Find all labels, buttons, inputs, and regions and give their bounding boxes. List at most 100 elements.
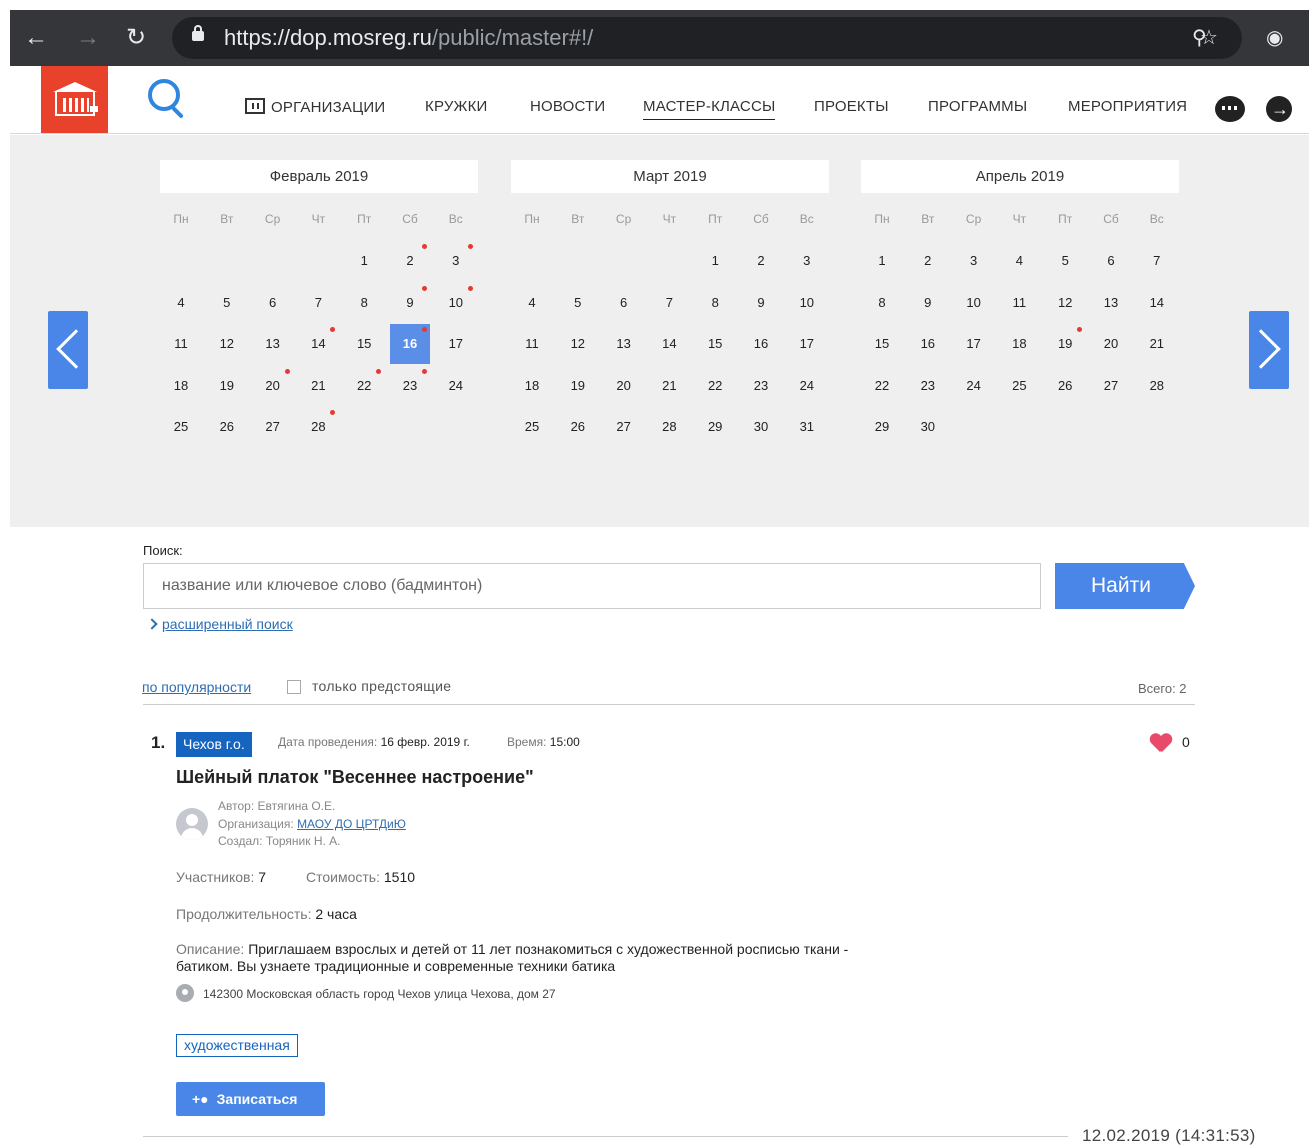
calendar-day[interactable]: 23 bbox=[908, 366, 948, 406]
calendar-day[interactable]: 12 bbox=[207, 324, 247, 364]
calendar-day[interactable]: 24 bbox=[787, 366, 827, 406]
reload-icon[interactable]: ↻ bbox=[126, 24, 146, 52]
calendar-day[interactable]: 29 bbox=[862, 407, 902, 447]
organization-link[interactable]: МАОУ ДО ЦРТДиЮ bbox=[297, 817, 406, 831]
address-bar[interactable]: https://dop.mosreg.ru/public/master#!/ ⚲ bbox=[172, 17, 1242, 59]
calendar-day[interactable]: 2 bbox=[908, 241, 948, 281]
calendar-day[interactable]: 16 bbox=[741, 324, 781, 364]
category-tag[interactable]: художественная bbox=[176, 1034, 298, 1057]
calendar-day[interactable]: 18 bbox=[512, 366, 552, 406]
menu-organizations[interactable]: ОРГАНИЗАЦИИ bbox=[245, 98, 385, 117]
calendar-day[interactable]: 29 bbox=[695, 407, 735, 447]
calendar-day[interactable]: 15 bbox=[344, 324, 384, 364]
next-month-button[interactable] bbox=[1241, 311, 1289, 389]
calendar-day[interactable]: 25 bbox=[999, 366, 1039, 406]
calendar-day[interactable]: 11 bbox=[512, 324, 552, 364]
forward-arrow-icon[interactable]: → bbox=[76, 24, 100, 52]
calendar-day[interactable]: 12 bbox=[1045, 283, 1085, 323]
calendar-day[interactable]: 26 bbox=[207, 407, 247, 447]
calendar-day[interactable]: 8 bbox=[695, 283, 735, 323]
calendar-day[interactable]: 1 bbox=[695, 241, 735, 281]
calendar-day[interactable]: 17 bbox=[954, 324, 994, 364]
calendar-day[interactable]: 6 bbox=[604, 283, 644, 323]
calendar-day[interactable]: 13 bbox=[1091, 283, 1131, 323]
calendar-day[interactable]: 27 bbox=[1091, 366, 1131, 406]
calendar-day[interactable]: 15 bbox=[862, 324, 902, 364]
calendar-day[interactable]: 18 bbox=[999, 324, 1039, 364]
calendar-day[interactable]: 17 bbox=[787, 324, 827, 364]
calendar-day[interactable]: 1 bbox=[862, 241, 902, 281]
menu-master-classes[interactable]: МАСТЕР-КЛАССЫ bbox=[643, 98, 776, 120]
calendar-day[interactable]: 9 bbox=[741, 283, 781, 323]
advanced-search-link[interactable]: расширенный поиск bbox=[146, 616, 293, 632]
search-icon[interactable] bbox=[148, 79, 184, 119]
calendar-day[interactable]: 10 bbox=[787, 283, 827, 323]
find-button[interactable]: Найти bbox=[1055, 563, 1195, 609]
calendar-day[interactable]: 24 bbox=[436, 366, 476, 406]
logout-icon[interactable] bbox=[1266, 96, 1292, 122]
calendar-day[interactable]: 13 bbox=[253, 324, 293, 364]
calendar-day[interactable]: 20 bbox=[1091, 324, 1131, 364]
calendar-day[interactable]: 4 bbox=[512, 283, 552, 323]
calendar-day[interactable]: 3 bbox=[787, 241, 827, 281]
site-logo[interactable] bbox=[41, 66, 108, 133]
back-arrow-icon[interactable]: ← bbox=[24, 24, 48, 52]
prev-month-button[interactable] bbox=[48, 311, 96, 389]
heart-icon[interactable] bbox=[1150, 734, 1172, 754]
calendar-day[interactable]: 21 bbox=[1137, 324, 1177, 364]
menu-events[interactable]: МЕРОПРИЯТИЯ bbox=[1068, 98, 1187, 116]
calendar-day[interactable]: 20 bbox=[604, 366, 644, 406]
search-input[interactable] bbox=[143, 563, 1041, 609]
calendar-day[interactable]: 11 bbox=[999, 283, 1039, 323]
star-icon[interactable]: ☆ bbox=[1200, 27, 1218, 49]
calendar-day[interactable]: 22 bbox=[695, 366, 735, 406]
calendar-day[interactable]: 31 bbox=[787, 407, 827, 447]
calendar-day[interactable]: 14 bbox=[649, 324, 689, 364]
calendar-day[interactable]: 4 bbox=[161, 283, 201, 323]
calendar-day[interactable]: 23 bbox=[741, 366, 781, 406]
calendar-day[interactable]: 5 bbox=[207, 283, 247, 323]
calendar-day[interactable]: 15 bbox=[695, 324, 735, 364]
calendar-day[interactable]: 4 bbox=[999, 241, 1039, 281]
calendar-day[interactable]: 3 bbox=[954, 241, 994, 281]
calendar-day[interactable]: 8 bbox=[862, 283, 902, 323]
sort-by-popularity-link[interactable]: по популярности bbox=[142, 679, 251, 695]
calendar-day[interactable]: 28 bbox=[649, 407, 689, 447]
calendar-day[interactable]: 16 bbox=[908, 324, 948, 364]
calendar-day[interactable]: 2 bbox=[741, 241, 781, 281]
calendar-day[interactable]: 21 bbox=[649, 366, 689, 406]
calendar-day[interactable]: 19 bbox=[207, 366, 247, 406]
calendar-day[interactable]: 28 bbox=[1137, 366, 1177, 406]
calendar-day[interactable]: 30 bbox=[741, 407, 781, 447]
calendar-day[interactable]: 18 bbox=[161, 366, 201, 406]
calendar-day[interactable]: 7 bbox=[649, 283, 689, 323]
chat-support-icon[interactable] bbox=[1215, 96, 1245, 122]
calendar-day[interactable]: 27 bbox=[604, 407, 644, 447]
menu-news[interactable]: НОВОСТИ bbox=[530, 98, 605, 116]
menu-projects[interactable]: ПРОЕКТЫ bbox=[814, 98, 889, 116]
upcoming-only-checkbox[interactable] bbox=[287, 680, 301, 694]
calendar-day[interactable]: 26 bbox=[558, 407, 598, 447]
calendar-day[interactable]: 7 bbox=[1137, 241, 1177, 281]
calendar-day[interactable]: 11 bbox=[161, 324, 201, 364]
calendar-day[interactable]: 12 bbox=[558, 324, 598, 364]
calendar-day[interactable]: 8 bbox=[344, 283, 384, 323]
url-text[interactable]: https://dop.mosreg.ru/public/master#!/ bbox=[224, 25, 593, 51]
incognito-icon[interactable]: ◉ bbox=[1266, 27, 1283, 49]
calendar-day[interactable]: 1 bbox=[344, 241, 384, 281]
calendar-day[interactable]: 21 bbox=[298, 366, 338, 406]
calendar-day[interactable]: 6 bbox=[1091, 241, 1131, 281]
signup-button[interactable]: +● Записаться bbox=[176, 1082, 325, 1116]
region-badge[interactable]: Чехов г.о. bbox=[176, 732, 252, 757]
calendar-day[interactable]: 26 bbox=[1045, 366, 1085, 406]
calendar-day[interactable]: 9 bbox=[908, 283, 948, 323]
calendar-day[interactable]: 13 bbox=[604, 324, 644, 364]
calendar-day[interactable]: 24 bbox=[954, 366, 994, 406]
menu-clubs[interactable]: КРУЖКИ bbox=[425, 98, 488, 116]
calendar-day[interactable]: 27 bbox=[253, 407, 293, 447]
calendar-day[interactable]: 14 bbox=[1137, 283, 1177, 323]
calendar-day[interactable]: 25 bbox=[512, 407, 552, 447]
calendar-day[interactable]: 25 bbox=[161, 407, 201, 447]
calendar-day[interactable]: 19 bbox=[558, 366, 598, 406]
calendar-day[interactable]: 5 bbox=[558, 283, 598, 323]
